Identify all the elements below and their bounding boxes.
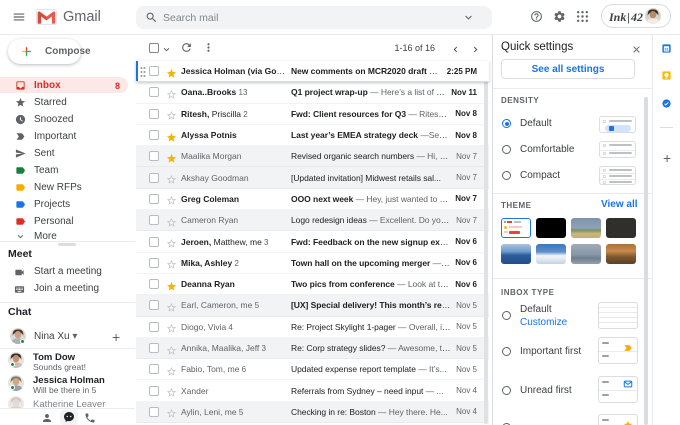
svg-text:31: 31 xyxy=(664,47,668,51)
